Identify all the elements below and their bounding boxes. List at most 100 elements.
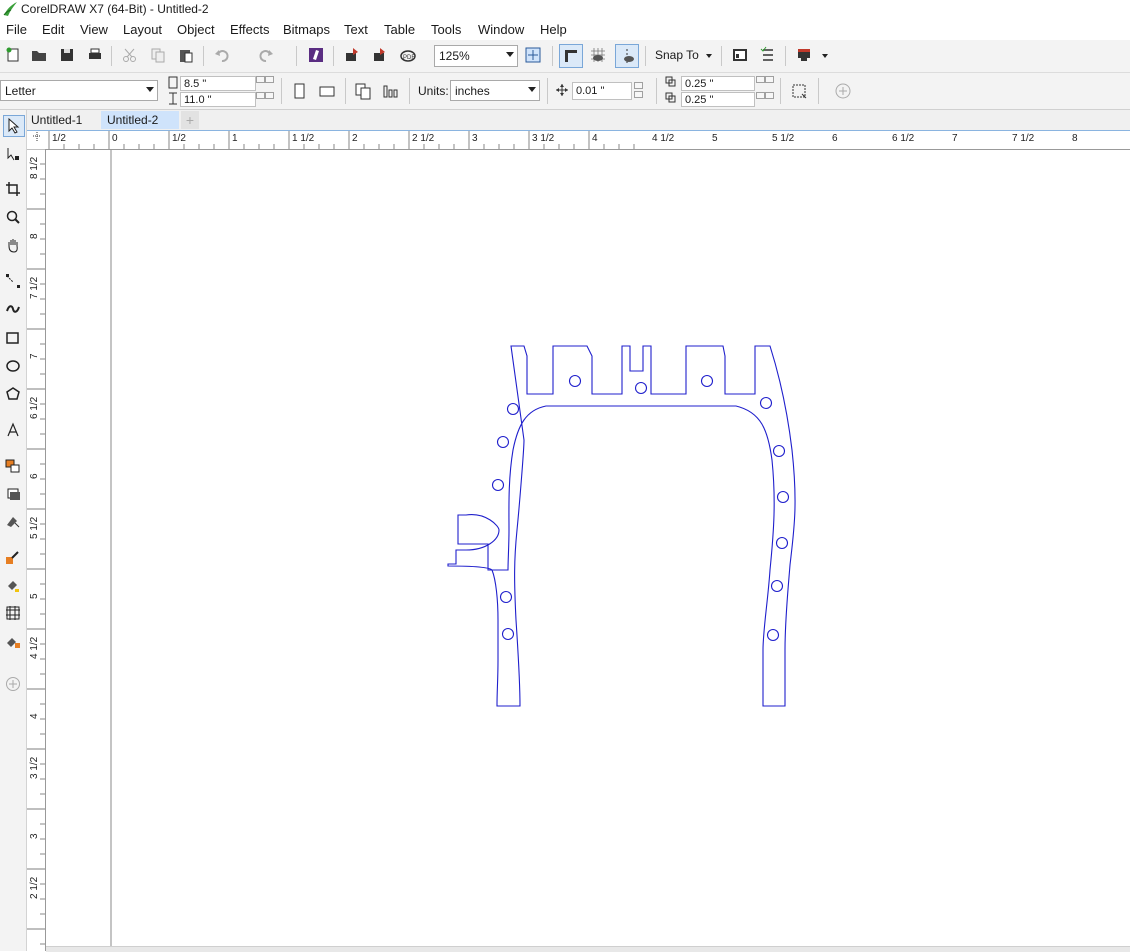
open-icon[interactable]	[28, 44, 50, 66]
page-height-value: 11.0 "	[184, 94, 212, 106]
gasket-drawing[interactable]	[447, 345, 796, 707]
connector-tool-icon[interactable]	[3, 484, 23, 504]
bolt-hole	[759, 396, 773, 410]
add-icon[interactable]	[832, 80, 854, 102]
cut-icon[interactable]	[119, 44, 141, 66]
page-height-field[interactable]: 11.0 "	[180, 92, 256, 107]
search-content-icon[interactable]	[305, 44, 327, 66]
add-tool-icon[interactable]	[3, 674, 23, 694]
page-size-combo[interactable]: Letter	[0, 80, 158, 101]
show-guidelines-icon[interactable]	[615, 44, 639, 68]
ellipse-tool-icon[interactable]	[3, 356, 23, 376]
new-tab-icon[interactable]: +	[181, 111, 199, 129]
landscape-icon[interactable]	[316, 80, 338, 102]
dup-x-spin-down[interactable]	[756, 76, 765, 83]
nudge-distance-field[interactable]: 0.01 "	[572, 82, 632, 100]
document-tabs: Untitled-1 Untitled-2 +	[0, 110, 1130, 132]
units-combo[interactable]: inches	[450, 80, 540, 101]
menu-table[interactable]: Table	[384, 22, 415, 37]
parallel-dimension-icon[interactable]	[3, 456, 23, 476]
dup-y-spin-up[interactable]	[765, 92, 774, 99]
menu-edit[interactable]: Edit	[42, 22, 64, 37]
page-height-spin-up[interactable]	[265, 92, 274, 99]
ruler-origin-corner[interactable]	[27, 131, 46, 149]
new-document-icon[interactable]	[2, 44, 24, 66]
pick-tool-icon[interactable]	[3, 115, 25, 137]
publish-pdf-icon[interactable]: PDF	[397, 44, 419, 66]
menu-tools[interactable]: Tools	[431, 22, 461, 37]
bolt-hole	[766, 628, 780, 642]
application-launcher-icon[interactable]	[793, 44, 815, 66]
page-width-icon	[167, 76, 179, 90]
duplicate-y-icon	[665, 92, 681, 106]
show-rulers-icon[interactable]	[559, 44, 583, 68]
property-bar: Letter 8.5 " 11.0 " Units: inches 0.01 "	[0, 73, 1130, 110]
polygon-tool-icon[interactable]	[3, 384, 23, 404]
zoom-to-page-icon[interactable]	[522, 44, 544, 66]
menu-help[interactable]: Help	[540, 22, 567, 37]
text-tool-icon[interactable]	[3, 420, 23, 440]
page-height-icon	[167, 92, 179, 106]
menu-bitmaps[interactable]: Bitmaps	[283, 22, 330, 37]
chevron-down-icon[interactable]	[706, 54, 712, 58]
units-value: inches	[455, 84, 490, 98]
undo-icon[interactable]	[211, 44, 233, 66]
page-width-field[interactable]: 8.5 "	[180, 76, 256, 91]
pan-tool-icon[interactable]	[3, 235, 23, 255]
interactive-fill-icon[interactable]	[3, 575, 23, 595]
import-icon[interactable]	[341, 44, 363, 66]
menu-window[interactable]: Window	[478, 22, 524, 37]
menu-effects[interactable]: Effects	[230, 22, 270, 37]
show-grid-icon[interactable]	[587, 44, 609, 66]
rectangle-tool-icon[interactable]	[3, 328, 23, 348]
page-width-spin-down[interactable]	[256, 76, 265, 83]
snap-to-button[interactable]: Snap To	[655, 48, 699, 62]
zoom-level-combo[interactable]: 125%	[434, 45, 518, 67]
horizontal-ruler[interactable]: 1/2 0 1/2 1 1 1/2 2 2 1/2 3 3 1/2 4 4 1/2 5 5 1/2 6 6 …	[46, 131, 1130, 150]
vertical-ruler[interactable]: 8 1/2 8 7 1/2 7 6 1/2 6 5 1/2 5 4 1/2 4 3 1/2 3 2 1/…	[27, 149, 46, 951]
dup-y-spin-down[interactable]	[756, 92, 765, 99]
copy-icon[interactable]	[147, 44, 169, 66]
zoom-tool-icon[interactable]	[3, 207, 23, 227]
ruler-label: 4 1/2	[652, 133, 675, 144]
export-icon[interactable]	[369, 44, 391, 66]
menu-file[interactable]: File	[6, 22, 27, 37]
options-icon[interactable]	[757, 44, 779, 66]
mesh-fill-icon[interactable]	[3, 603, 23, 623]
color-eyedropper-icon[interactable]	[3, 547, 23, 567]
drawing-canvas[interactable]	[46, 150, 1130, 951]
duplicate-y-field[interactable]: 0.25 "	[681, 92, 755, 107]
portrait-icon[interactable]	[288, 80, 310, 102]
redo-icon[interactable]	[255, 44, 277, 66]
crop-tool-icon[interactable]	[3, 179, 23, 199]
freehand-tool-icon[interactable]	[3, 271, 23, 291]
save-icon[interactable]	[56, 44, 78, 66]
ruler-label: 5 1/2	[29, 516, 40, 539]
artistic-media-icon[interactable]	[3, 299, 23, 319]
shape-tool-icon[interactable]	[3, 144, 23, 164]
page-height-spin-down[interactable]	[256, 92, 265, 99]
all-pages-icon[interactable]	[352, 80, 374, 102]
print-icon[interactable]	[84, 44, 106, 66]
menu-view[interactable]: View	[80, 22, 108, 37]
current-page-icon[interactable]	[380, 80, 402, 102]
menu-text[interactable]: Text	[344, 22, 368, 37]
horizontal-scrollbar[interactable]	[46, 946, 1130, 952]
chevron-down-icon[interactable]	[822, 54, 828, 58]
welcome-screen-icon[interactable]	[729, 44, 751, 66]
paste-icon[interactable]	[175, 44, 197, 66]
page-width-spin-up[interactable]	[265, 76, 274, 83]
smart-fill-icon[interactable]	[3, 631, 23, 651]
menu-object[interactable]: Object	[177, 22, 215, 37]
duplicate-x-field[interactable]: 0.25 "	[681, 76, 755, 91]
bolt-hole	[775, 536, 789, 550]
nudge-spin-down[interactable]	[634, 91, 643, 98]
drop-shadow-tool-icon[interactable]	[3, 511, 23, 531]
treat-as-filled-icon[interactable]	[788, 80, 810, 102]
dup-x-spin-up[interactable]	[765, 76, 774, 83]
nudge-spin-up[interactable]	[634, 82, 643, 89]
bolt-hole	[772, 444, 786, 458]
menu-layout[interactable]: Layout	[123, 22, 162, 37]
tab-untitled-2[interactable]: Untitled-2	[101, 111, 179, 129]
tab-untitled-1[interactable]: Untitled-1	[25, 111, 88, 129]
